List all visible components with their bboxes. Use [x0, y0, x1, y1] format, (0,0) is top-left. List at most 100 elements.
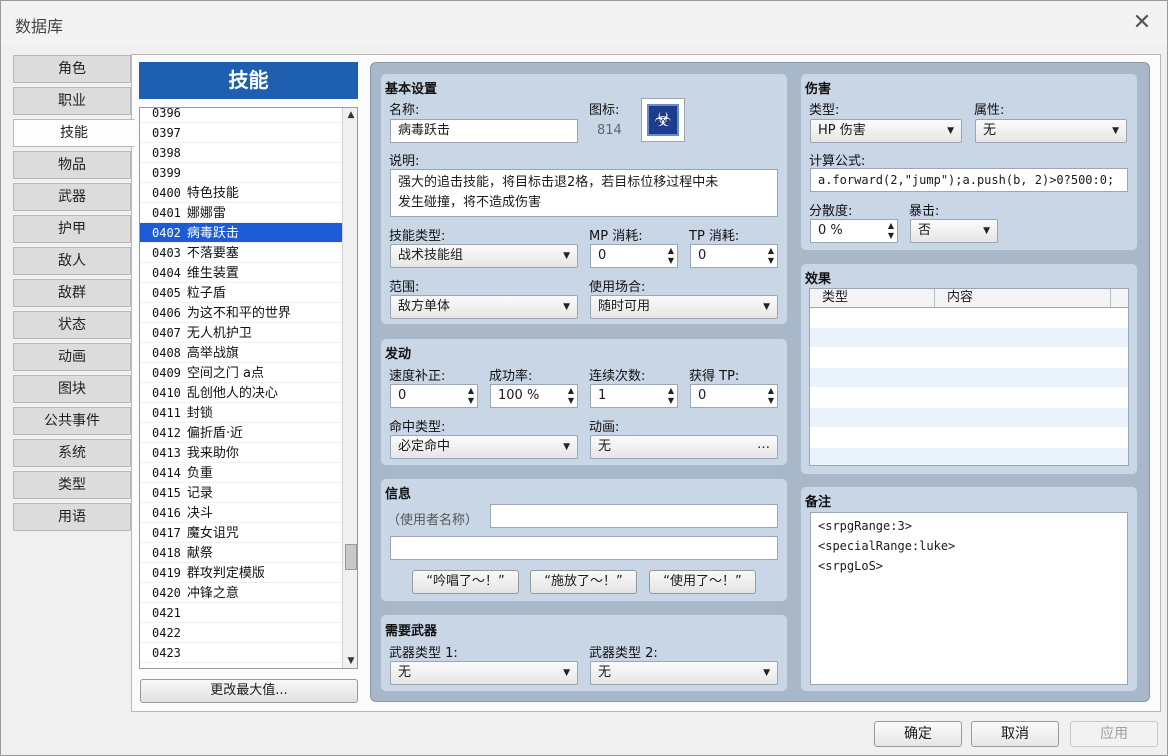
table-row[interactable]: [810, 408, 1128, 428]
tab-2[interactable]: 技能: [13, 119, 135, 147]
spin-down-icon[interactable]: ▼: [768, 256, 774, 266]
skill-type-select[interactable]: 战术技能组 ▼: [390, 244, 578, 268]
list-item[interactable]: 0403 不落要塞: [140, 243, 342, 263]
scroll-down-icon[interactable]: ▼: [343, 654, 357, 668]
list-item[interactable]: 0405 粒子盾: [140, 283, 342, 303]
spin-down-icon[interactable]: ▼: [668, 256, 674, 266]
occasion-select[interactable]: 随时可用 ▼: [590, 295, 778, 319]
tab-12[interactable]: 系统: [13, 439, 131, 467]
tab-0[interactable]: 角色: [13, 55, 131, 83]
spin-up-icon[interactable]: ▲: [668, 386, 674, 396]
hit-type-select[interactable]: 必定命中 ▼: [390, 435, 578, 459]
tab-1[interactable]: 职业: [13, 87, 131, 115]
list-item[interactable]: 0409 空间之门 a点: [140, 363, 342, 383]
list-item[interactable]: 0410 乱创他人的决心: [140, 383, 342, 403]
icon-picker[interactable]: ☣: [641, 98, 685, 142]
description-field[interactable]: 强大的追击技能，将目标击退2格，若目标位移过程中未 发生碰撞，将不造成伤害: [390, 169, 778, 217]
tp-gain-spinner[interactable]: 0 ▲ ▼: [690, 384, 778, 408]
tab-14[interactable]: 用语: [13, 503, 131, 531]
spin-down-icon[interactable]: ▼: [668, 396, 674, 406]
spin-up-icon[interactable]: ▲: [768, 246, 774, 256]
performs-template-button[interactable]: “施放了～！”: [530, 570, 637, 594]
tab-9[interactable]: 动画: [13, 343, 131, 371]
formula-field[interactable]: a.forward(2,"jump");a.push(b, 2)>0?500:0…: [810, 168, 1128, 192]
list-item[interactable]: 0418 献祭: [140, 543, 342, 563]
table-row[interactable]: [810, 308, 1128, 328]
mp-cost-spinner[interactable]: 0 ▲ ▼: [590, 244, 678, 268]
effects-table[interactable]: [809, 308, 1129, 466]
list-item[interactable]: 0421: [140, 603, 342, 623]
table-row[interactable]: [810, 328, 1128, 348]
tab-13[interactable]: 类型: [13, 471, 131, 499]
list-item[interactable]: 0413 我来助你: [140, 443, 342, 463]
spin-down-icon[interactable]: ▼: [468, 396, 474, 406]
spin-up-icon[interactable]: ▲: [568, 386, 574, 396]
tab-3[interactable]: 物品: [13, 151, 131, 179]
list-item[interactable]: 0422: [140, 623, 342, 643]
skill-list[interactable]: 0396 0397 0398 0399 0400 特色技能 0401 娜娜雷 0402 病毒跃击 0…: [139, 107, 358, 669]
tab-4[interactable]: 武器: [13, 183, 131, 211]
spin-up-icon[interactable]: ▲: [468, 386, 474, 396]
close-icon[interactable]: ✕: [1127, 9, 1157, 39]
weapon-type-2-select[interactable]: 无 ▼: [590, 661, 778, 685]
table-row[interactable]: [810, 428, 1128, 448]
cancel-button[interactable]: 取消: [971, 721, 1059, 747]
tp-cost-spinner[interactable]: 0 ▲ ▼: [690, 244, 778, 268]
table-row[interactable]: [810, 348, 1128, 368]
tab-8[interactable]: 状态: [13, 311, 131, 339]
casts-template-button[interactable]: “吟唱了～！”: [412, 570, 519, 594]
list-item[interactable]: 0416 决斗: [140, 503, 342, 523]
spin-up-icon[interactable]: ▲: [888, 221, 894, 231]
list-item[interactable]: 0400 特色技能: [140, 183, 342, 203]
list-item[interactable]: 0423: [140, 643, 342, 663]
list-item[interactable]: 0396: [140, 108, 342, 123]
list-item[interactable]: 0420 冲锋之意: [140, 583, 342, 603]
list-item[interactable]: 0411 封锁: [140, 403, 342, 423]
scope-select[interactable]: 敌方单体 ▼: [390, 295, 578, 319]
repeat-spinner[interactable]: 1 ▲ ▼: [590, 384, 678, 408]
list-item[interactable]: 0419 群攻判定模版: [140, 563, 342, 583]
table-row[interactable]: [810, 368, 1128, 388]
name-field[interactable]: 病毒跃击: [390, 119, 578, 143]
list-item[interactable]: 0397: [140, 123, 342, 143]
spin-down-icon[interactable]: ▼: [568, 396, 574, 406]
skill-list-scrollbar[interactable]: ▲ ▼: [342, 108, 357, 668]
tab-11[interactable]: 公共事件: [13, 407, 131, 435]
ok-button[interactable]: 确定: [874, 721, 962, 747]
animation-picker[interactable]: 无…: [590, 435, 778, 459]
list-item[interactable]: 0406 为这不和平的世界: [140, 303, 342, 323]
apply-button[interactable]: 应用: [1070, 721, 1158, 747]
scroll-up-icon[interactable]: ▲: [343, 108, 357, 122]
tab-7[interactable]: 敌群: [13, 279, 131, 307]
critical-select[interactable]: 否 ▼: [910, 219, 998, 243]
spin-up-icon[interactable]: ▲: [668, 246, 674, 256]
list-item[interactable]: 0424: [140, 663, 342, 668]
scroll-thumb[interactable]: [345, 544, 357, 570]
list-item[interactable]: 0401 娜娜雷: [140, 203, 342, 223]
spin-up-icon[interactable]: ▲: [768, 386, 774, 396]
list-item[interactable]: 0404 维生装置: [140, 263, 342, 283]
uses-template-button[interactable]: “使用了～！”: [649, 570, 756, 594]
success-spinner[interactable]: 100 % ▲ ▼: [490, 384, 578, 408]
note-field[interactable]: <srpgRange:3> <specialRange:luke> <srpgL…: [810, 512, 1128, 685]
list-item[interactable]: 0407 无人机护卫: [140, 323, 342, 343]
list-item[interactable]: 0399: [140, 163, 342, 183]
list-item[interactable]: 0414 负重: [140, 463, 342, 483]
message-line-1[interactable]: [490, 504, 778, 528]
list-item[interactable]: 0417 魔女诅咒: [140, 523, 342, 543]
list-item[interactable]: 0398: [140, 143, 342, 163]
list-item[interactable]: 0415 记录: [140, 483, 342, 503]
spin-down-icon[interactable]: ▼: [768, 396, 774, 406]
tab-6[interactable]: 敌人: [13, 247, 131, 275]
tab-5[interactable]: 护甲: [13, 215, 131, 243]
change-max-button[interactable]: 更改最大值...: [140, 679, 358, 703]
weapon-type-1-select[interactable]: 无 ▼: [390, 661, 578, 685]
tab-10[interactable]: 图块: [13, 375, 131, 403]
spin-down-icon[interactable]: ▼: [888, 231, 894, 241]
damage-type-select[interactable]: HP 伤害 ▼: [810, 119, 962, 143]
element-select[interactable]: 无 ▼: [975, 119, 1127, 143]
speed-spinner[interactable]: 0 ▲ ▼: [390, 384, 478, 408]
list-item[interactable]: 0408 高举战旗: [140, 343, 342, 363]
table-row[interactable]: [810, 388, 1128, 408]
list-item[interactable]: 0412 偏折盾·近: [140, 423, 342, 443]
